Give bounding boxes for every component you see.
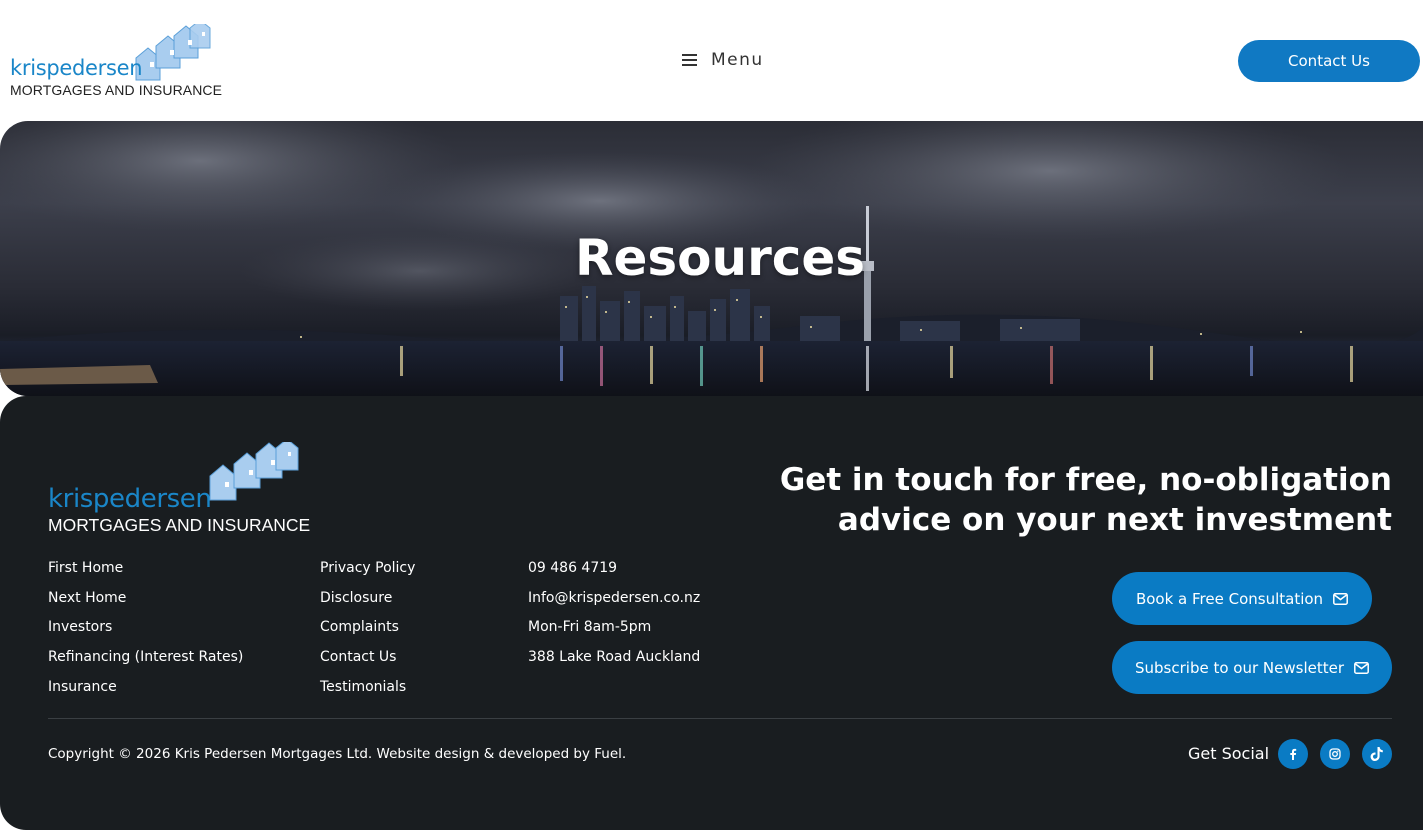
footer-link-contact-us[interactable]: Contact Us	[320, 643, 415, 673]
page-title: Resources	[574, 229, 866, 287]
footer-phone[interactable]: 09 486 4719	[528, 554, 700, 584]
subscribe-newsletter-label: Subscribe to our Newsletter	[1135, 658, 1344, 677]
footer-logo[interactable]: krispedersen MORTGAGES AND INSURANCE	[46, 442, 310, 536]
logo-tagline: MORTGAGES AND INSURANCE	[10, 82, 223, 98]
instagram-icon[interactable]	[1320, 739, 1350, 769]
hero-banner: Resources	[0, 121, 1423, 396]
footer-info-links: Privacy Policy Disclosure Complaints Con…	[320, 554, 415, 703]
hamburger-icon	[682, 54, 697, 66]
houses-logo-icon	[135, 24, 211, 81]
site-logo[interactable]: krispedersen MORTGAGES AND INSURANCE	[8, 24, 222, 100]
footer-address: 388 Lake Road Auckland	[528, 649, 701, 666]
logo-name: krispedersen	[10, 56, 143, 80]
houses-logo-icon	[209, 442, 299, 501]
site-header: krispedersen MORTGAGES AND INSURANCE Men…	[0, 0, 1423, 121]
footer-email[interactable]: Info@krispedersen.co.nz	[528, 584, 700, 614]
footer-services-links: First Home Next Home Investors Refinanci…	[48, 554, 243, 703]
site-footer: krispedersen MORTGAGES AND INSURANCE Fir…	[0, 396, 1423, 830]
envelope-icon	[1354, 661, 1369, 674]
footer-link-disclosure[interactable]: Disclosure	[320, 584, 415, 614]
subscribe-newsletter-button[interactable]: Subscribe to our Newsletter	[1112, 641, 1392, 694]
footer-link-investors[interactable]: Investors	[48, 613, 243, 643]
menu-button[interactable]: Menu	[682, 48, 764, 72]
footer-divider	[48, 718, 1392, 719]
tiktok-icon[interactable]	[1362, 739, 1392, 769]
footer-link-testimonials[interactable]: Testimonials	[320, 673, 415, 703]
footer-cta-heading: Get in touch for free, no-obligation adv…	[779, 462, 1392, 538]
contact-us-button[interactable]: Contact Us	[1238, 40, 1420, 82]
footer-hours: Mon-Fri 8am-5pm	[528, 619, 652, 636]
facebook-icon[interactable]	[1278, 739, 1308, 769]
footer-logo-name: krispedersen	[48, 484, 212, 514]
footer-link-insurance[interactable]: Insurance	[48, 673, 243, 703]
footer-logo-tagline: MORTGAGES AND INSURANCE	[48, 515, 311, 535]
footer-contact-details: 09 486 4719 Info@krispedersen.co.nz Mon-…	[528, 554, 700, 673]
envelope-icon	[1333, 592, 1349, 605]
book-consultation-button[interactable]: Book a Free Consultation	[1112, 572, 1372, 625]
menu-label: Menu	[711, 50, 764, 70]
book-consultation-label: Book a Free Consultation	[1135, 589, 1324, 608]
footer-link-privacy-policy[interactable]: Privacy Policy	[320, 554, 415, 584]
footer-link-first-home[interactable]: First Home	[48, 554, 243, 584]
footer-link-next-home[interactable]: Next Home	[48, 584, 243, 614]
footer-link-complaints[interactable]: Complaints	[320, 613, 415, 643]
copyright-text: Copyright © 2026 Kris Pedersen Mortgages…	[48, 746, 627, 762]
footer-link-refinancing[interactable]: Refinancing (Interest Rates)	[48, 643, 243, 673]
get-social-label: Get Social	[1188, 744, 1270, 763]
